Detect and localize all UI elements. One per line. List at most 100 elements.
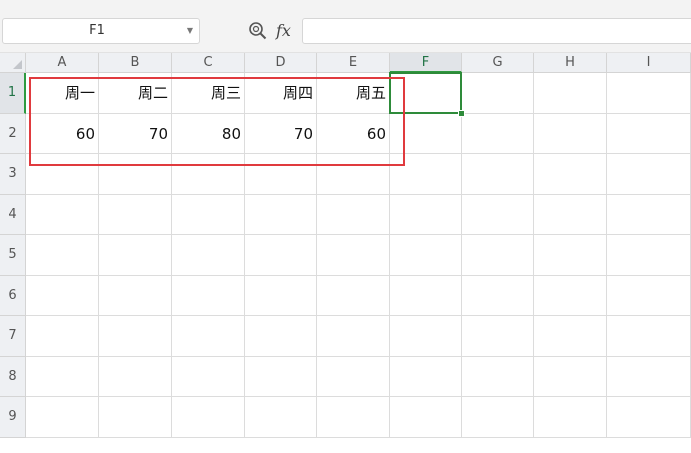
zoom-search-icon[interactable] [247, 20, 269, 42]
chevron-down-icon[interactable]: ▼ [187, 19, 193, 43]
cell-h8[interactable] [534, 356, 607, 397]
cell-a7[interactable] [26, 316, 99, 357]
cell-f2[interactable] [390, 113, 462, 154]
cell-i5[interactable] [607, 235, 691, 276]
cell-h9[interactable] [534, 397, 607, 438]
cell-c7[interactable] [172, 316, 245, 357]
cell-i8[interactable] [607, 356, 691, 397]
cell-e6[interactable] [317, 275, 390, 316]
cell-d5[interactable] [245, 235, 317, 276]
cell-g4[interactable] [462, 194, 534, 235]
cell-g5[interactable] [462, 235, 534, 276]
cell-e2[interactable]: 60 [317, 113, 390, 154]
cell-g7[interactable] [462, 316, 534, 357]
cell-i6[interactable] [607, 275, 691, 316]
cell-c4[interactable] [172, 194, 245, 235]
row-header-7[interactable]: 7 [0, 316, 26, 357]
cell-h5[interactable] [534, 235, 607, 276]
cell-b8[interactable] [99, 356, 172, 397]
formula-input[interactable] [302, 18, 691, 44]
cell-e7[interactable] [317, 316, 390, 357]
cell-b5[interactable] [99, 235, 172, 276]
cell-h7[interactable] [534, 316, 607, 357]
cell-e3[interactable] [317, 154, 390, 195]
cell-b4[interactable] [99, 194, 172, 235]
cell-b7[interactable] [99, 316, 172, 357]
cell-e9[interactable] [317, 397, 390, 438]
cell-c6[interactable] [172, 275, 245, 316]
row-header-2[interactable]: 2 [0, 113, 26, 154]
cell-i4[interactable] [607, 194, 691, 235]
cell-f8[interactable] [390, 356, 462, 397]
cell-d6[interactable] [245, 275, 317, 316]
cell-e4[interactable] [317, 194, 390, 235]
cell-i2[interactable] [607, 113, 691, 154]
cell-i9[interactable] [607, 397, 691, 438]
cell-h6[interactable] [534, 275, 607, 316]
cell-c2[interactable]: 80 [172, 113, 245, 154]
row-header-3[interactable]: 3 [0, 154, 26, 195]
cell-d8[interactable] [245, 356, 317, 397]
row-header-4[interactable]: 4 [0, 194, 26, 235]
row-header-9[interactable]: 9 [0, 397, 26, 438]
cell-f1[interactable] [390, 73, 462, 114]
cell-e1[interactable]: 周五 [317, 73, 390, 114]
cell-a4[interactable] [26, 194, 99, 235]
cell-d2[interactable]: 70 [245, 113, 317, 154]
cell-a1[interactable]: 周一 [26, 73, 99, 114]
cell-e5[interactable] [317, 235, 390, 276]
cell-h1[interactable] [534, 73, 607, 114]
fx-icon[interactable]: fx [276, 18, 291, 44]
select-all-corner[interactable] [0, 53, 26, 73]
column-header-a[interactable]: A [26, 53, 99, 73]
column-header-h[interactable]: H [534, 53, 607, 73]
cell-d3[interactable] [245, 154, 317, 195]
column-header-c[interactable]: C [172, 53, 245, 73]
cell-f6[interactable] [390, 275, 462, 316]
row-header-5[interactable]: 5 [0, 235, 26, 276]
cell-d4[interactable] [245, 194, 317, 235]
name-box[interactable]: F1 ▼ [2, 18, 200, 44]
cell-a9[interactable] [26, 397, 99, 438]
column-header-f[interactable]: F [390, 53, 462, 73]
cell-g8[interactable] [462, 356, 534, 397]
row-header-8[interactable]: 8 [0, 356, 26, 397]
cell-c9[interactable] [172, 397, 245, 438]
cell-d7[interactable] [245, 316, 317, 357]
row-header-6[interactable]: 6 [0, 275, 26, 316]
column-header-i[interactable]: I [607, 53, 691, 73]
cell-d9[interactable] [245, 397, 317, 438]
cell-b9[interactable] [99, 397, 172, 438]
cell-a3[interactable] [26, 154, 99, 195]
cell-b1[interactable]: 周二 [99, 73, 172, 114]
cell-g9[interactable] [462, 397, 534, 438]
cell-b6[interactable] [99, 275, 172, 316]
fill-handle[interactable] [458, 109, 465, 117]
cell-g3[interactable] [462, 154, 534, 195]
cell-f9[interactable] [390, 397, 462, 438]
cell-g1[interactable] [462, 73, 534, 114]
cell-b2[interactable]: 70 [99, 113, 172, 154]
column-header-b[interactable]: B [99, 53, 172, 73]
cell-i1[interactable] [607, 73, 691, 114]
cell-h2[interactable] [534, 113, 607, 154]
cell-a5[interactable] [26, 235, 99, 276]
cell-g2[interactable] [462, 113, 534, 154]
cell-f7[interactable] [390, 316, 462, 357]
cell-c1[interactable]: 周三 [172, 73, 245, 114]
cell-f4[interactable] [390, 194, 462, 235]
cell-c5[interactable] [172, 235, 245, 276]
cell-h4[interactable] [534, 194, 607, 235]
cell-h3[interactable] [534, 154, 607, 195]
cell-c8[interactable] [172, 356, 245, 397]
cell-a2[interactable]: 60 [26, 113, 99, 154]
cell-i3[interactable] [607, 154, 691, 195]
row-header-1[interactable]: 1 [0, 73, 26, 114]
column-header-e[interactable]: E [317, 53, 390, 73]
cell-f3[interactable] [390, 154, 462, 195]
cell-a8[interactable] [26, 356, 99, 397]
cell-g6[interactable] [462, 275, 534, 316]
cell-i7[interactable] [607, 316, 691, 357]
cell-b3[interactable] [99, 154, 172, 195]
cell-d1[interactable]: 周四 [245, 73, 317, 114]
